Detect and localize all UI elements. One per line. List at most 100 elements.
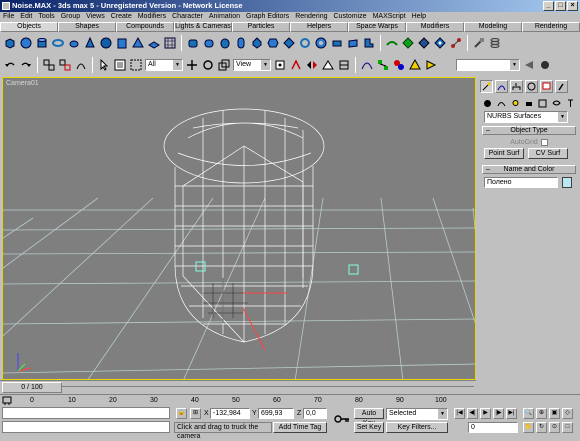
tab-lights-cameras[interactable]: Lights & Cameras [174,22,232,32]
camera-viewport[interactable]: Camera01 [2,77,476,380]
maxscript-listener[interactable] [2,407,170,419]
object-category-dropdown[interactable]: NURBS Surfaces [484,111,568,123]
field-of-view-icon[interactable]: ◇ [562,408,573,419]
set-key-button[interactable]: Set Key [354,422,384,433]
geosphere-icon[interactable] [99,36,113,50]
go-to-start-icon[interactable]: |◀ [454,408,465,419]
current-frame-field[interactable]: 0 [468,422,518,433]
menu-modifiers[interactable]: Modifiers [138,12,166,22]
tab-modifiers[interactable]: Modifiers [406,22,464,32]
named-selection-icon[interactable] [337,58,351,72]
hierarchy-panel-icon[interactable] [510,80,523,93]
absolute-mode-icon[interactable]: ⊞ [190,408,201,419]
object-color-swatch[interactable] [562,177,572,188]
nurbs-grid-icon[interactable] [401,36,415,50]
roll-camera-icon[interactable]: ⊙ [549,422,560,433]
reference-coord-system-dropdown[interactable]: View [233,59,271,71]
l-ext-icon[interactable] [362,36,376,50]
motion-panel-icon[interactable] [525,80,538,93]
tab-helpers[interactable]: Helpers [290,22,348,32]
orbit-camera-icon[interactable]: ↻ [536,422,547,433]
tab-rendering[interactable]: Rendering [522,22,580,32]
stack-icon[interactable] [488,36,502,50]
select-and-move-icon[interactable] [185,58,199,72]
tools-icon[interactable] [472,36,486,50]
tab-objects[interactable]: Objects [0,22,58,32]
nurbs-surface-icon[interactable] [385,36,399,50]
name-color-rollout[interactable]: Name and Color [482,165,576,174]
zoom-icon[interactable]: 🔍 [523,408,534,419]
key-mode-dropdown[interactable]: Selected [386,408,448,420]
plane-icon[interactable] [147,36,161,50]
time-slider-rail[interactable] [62,386,474,387]
select-and-link-icon[interactable] [42,58,56,72]
lock-selection-icon[interactable]: 🔒 [176,408,187,419]
space-warps-icon[interactable] [550,96,563,110]
menu-group[interactable]: Group [61,12,80,22]
key-filters-button[interactable]: Key Filters... [386,422,448,433]
geometry-icon[interactable] [481,96,494,110]
object-name-input[interactable]: Полено [484,177,558,188]
unlink-icon[interactable] [58,58,72,72]
tab-particles[interactable]: Particles [232,22,290,32]
go-to-end-icon[interactable]: ▶| [506,408,517,419]
render-scene-icon[interactable] [408,58,422,72]
helpers-icon[interactable] [536,96,549,110]
menu-graph-editors[interactable]: Graph Editors [246,12,289,22]
ringwave-icon[interactable] [314,36,328,50]
menu-create[interactable]: Create [111,12,132,22]
x-coordinate-field[interactable]: -132,984 [210,408,250,419]
rectangular-selection-icon[interactable] [129,58,143,72]
tab-space-warps[interactable]: Space Warps [348,22,406,32]
cameras-icon[interactable] [523,96,536,110]
selection-filter-dropdown[interactable]: All [145,59,183,71]
tab-shapes[interactable]: Shapes [58,22,116,32]
select-and-rotate-icon[interactable] [201,58,215,72]
add-time-tag-button[interactable]: Add Time Tag [273,422,327,433]
object-type-rollout[interactable]: Object Type [482,126,576,135]
display-panel-icon[interactable] [540,80,553,93]
lights-icon[interactable] [509,96,522,110]
schematic-view-icon[interactable] [376,58,390,72]
select-by-name-icon[interactable] [113,58,127,72]
torus-icon[interactable] [51,36,65,50]
render-last-icon[interactable] [522,58,536,72]
maximize-viewport-icon[interactable]: □ [562,422,573,433]
minimize-button[interactable]: _ [543,1,554,11]
track-bar-ruler[interactable]: 0 10 20 30 40 50 60 70 80 90 100 [0,394,580,406]
select-and-scale-icon[interactable] [217,58,231,72]
helper-icon[interactable] [449,36,463,50]
oil-tank-icon[interactable] [218,36,232,50]
next-frame-icon[interactable]: |▶ [493,408,504,419]
pivot-center-icon[interactable] [273,58,287,72]
align-icon[interactable] [321,58,335,72]
mirror-icon[interactable] [305,58,319,72]
prism-icon[interactable] [346,36,360,50]
autogrid-checkbox[interactable] [540,138,548,146]
close-button[interactable]: × [567,1,578,11]
viewport-label[interactable]: Camera01 [6,80,39,87]
menu-help[interactable]: Help [412,12,426,22]
gengon-icon[interactable] [266,36,280,50]
quick-render-icon[interactable] [424,58,438,72]
modify-panel-icon[interactable] [495,80,508,93]
compound-icon[interactable] [433,36,447,50]
maxscript-output[interactable] [2,421,170,433]
cylinder-icon[interactable] [35,36,49,50]
cv-surf-button[interactable]: CV Surf [528,148,568,159]
menu-maxscript[interactable]: MAXScript [373,12,406,22]
menu-rendering[interactable]: Rendering [295,12,327,22]
maximize-button[interactable]: □ [555,1,566,11]
create-panel-icon[interactable] [480,80,493,93]
chamfer-box-icon[interactable] [186,36,200,50]
menu-animation[interactable]: Animation [209,12,240,22]
y-coordinate-field[interactable]: 699,93 [258,408,294,419]
track-bar-menu-icon[interactable] [2,396,12,405]
sphere-icon[interactable] [19,36,33,50]
time-slider-thumb[interactable]: 0 / 100 [2,382,62,393]
grid-icon[interactable] [163,36,177,50]
zoom-extents-icon[interactable]: ▣ [549,408,560,419]
point-surf-button[interactable]: Point Surf [484,148,524,159]
systems-icon[interactable] [564,96,577,110]
tab-compounds[interactable]: Compounds [116,22,174,32]
